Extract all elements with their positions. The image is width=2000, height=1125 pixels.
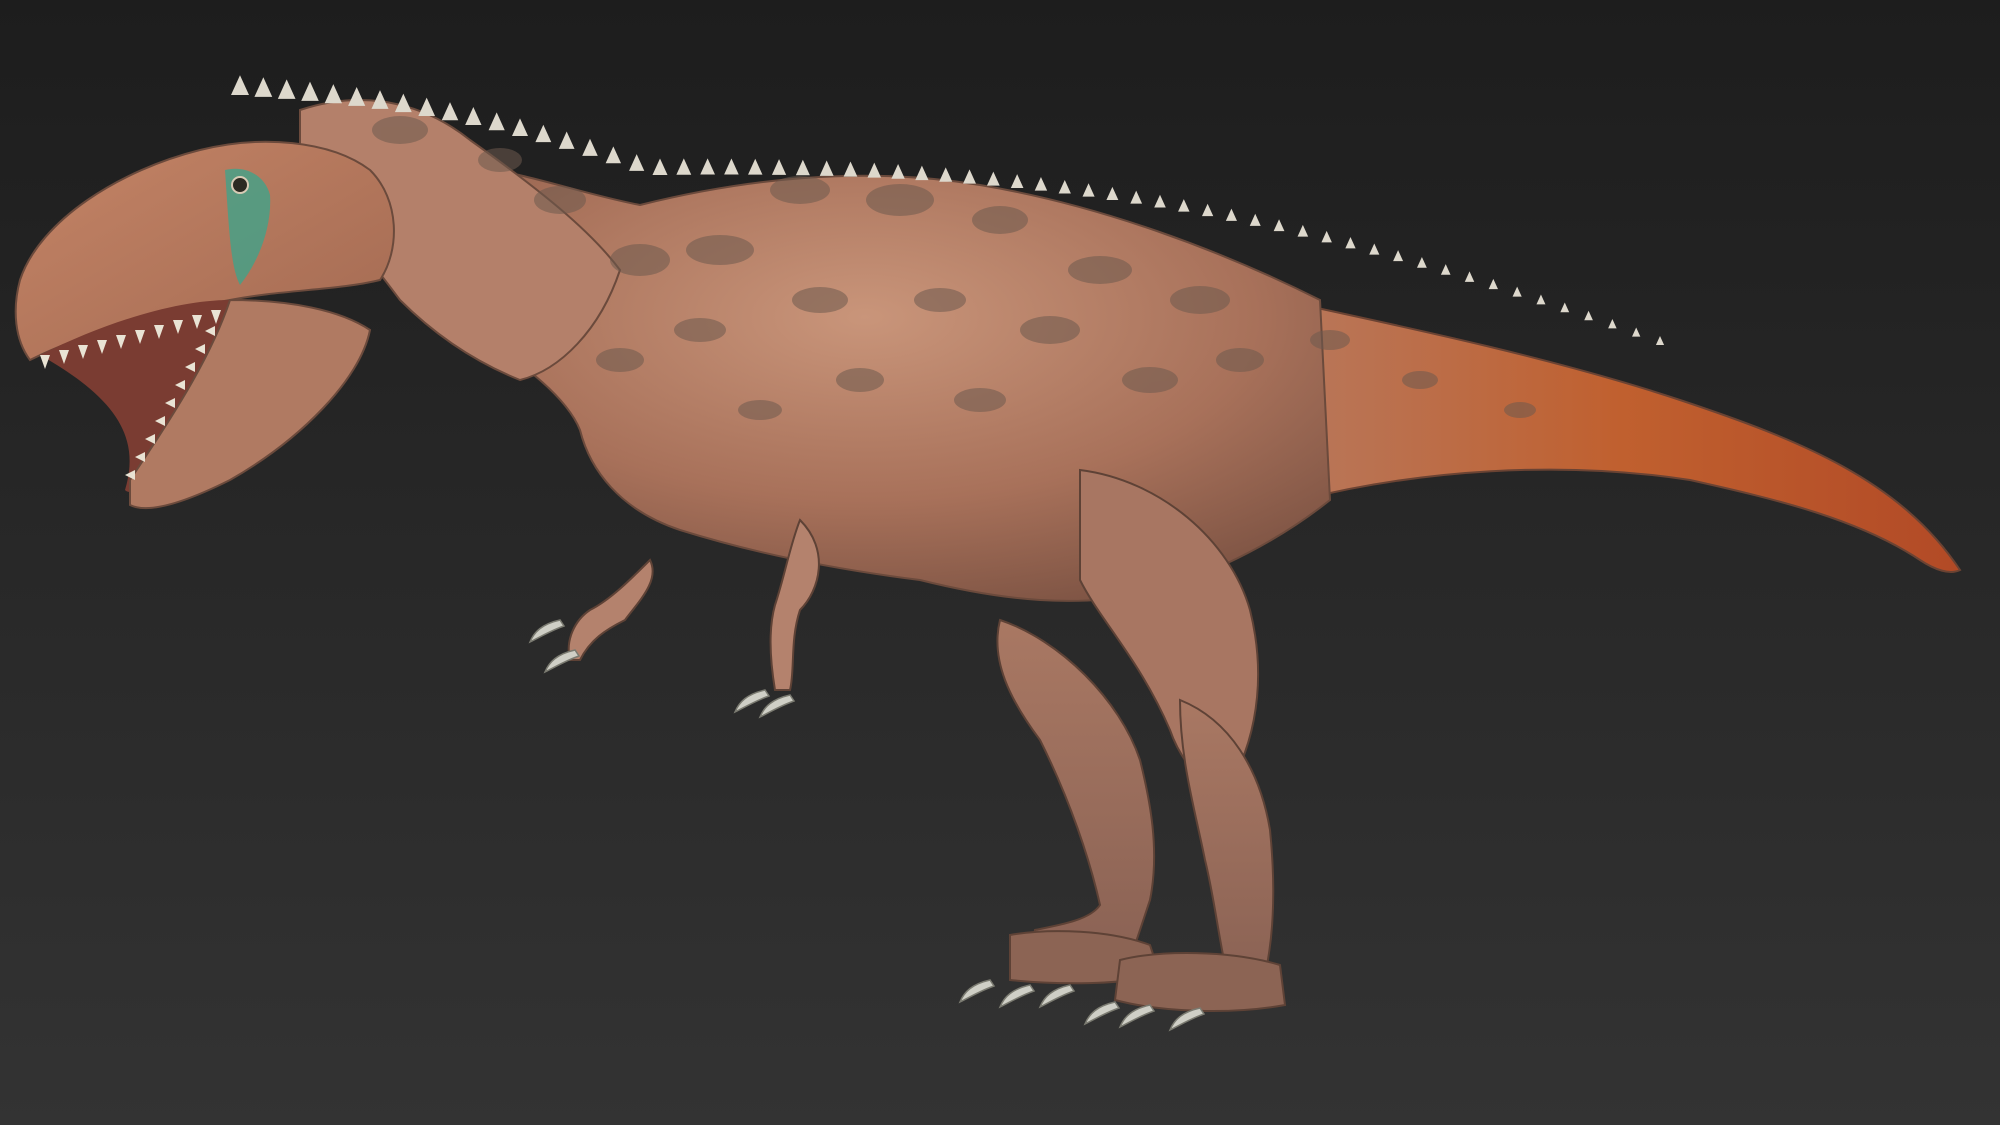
skin-spot <box>1310 330 1350 350</box>
skin-spot <box>674 318 726 342</box>
skin-spot <box>836 368 884 392</box>
skin-spot <box>534 186 586 214</box>
skin-spot <box>972 206 1028 234</box>
skin-spot <box>1020 316 1080 344</box>
skin-spot <box>792 287 848 313</box>
skin-spot <box>770 176 830 204</box>
skin-spot <box>954 388 1006 412</box>
near-foot <box>1113 952 1287 1013</box>
render-viewport <box>0 0 2000 1125</box>
skin-spot <box>686 235 754 265</box>
skin-spot <box>610 244 670 276</box>
skin-spot <box>1068 256 1132 284</box>
eye-icon <box>231 176 249 194</box>
skin-spot <box>1402 371 1438 389</box>
skin-spot <box>866 184 934 216</box>
skin-spot <box>1504 402 1536 418</box>
skin-spot <box>478 148 522 172</box>
skin-spot <box>1122 367 1178 393</box>
skin-spot <box>1216 348 1264 372</box>
skin-spot <box>596 348 644 372</box>
skin-spot <box>914 288 966 312</box>
skin-spot <box>372 116 428 144</box>
skin-spot <box>738 400 782 420</box>
dinosaur-render-scene <box>0 0 2000 1125</box>
skin-spot <box>1170 286 1230 314</box>
